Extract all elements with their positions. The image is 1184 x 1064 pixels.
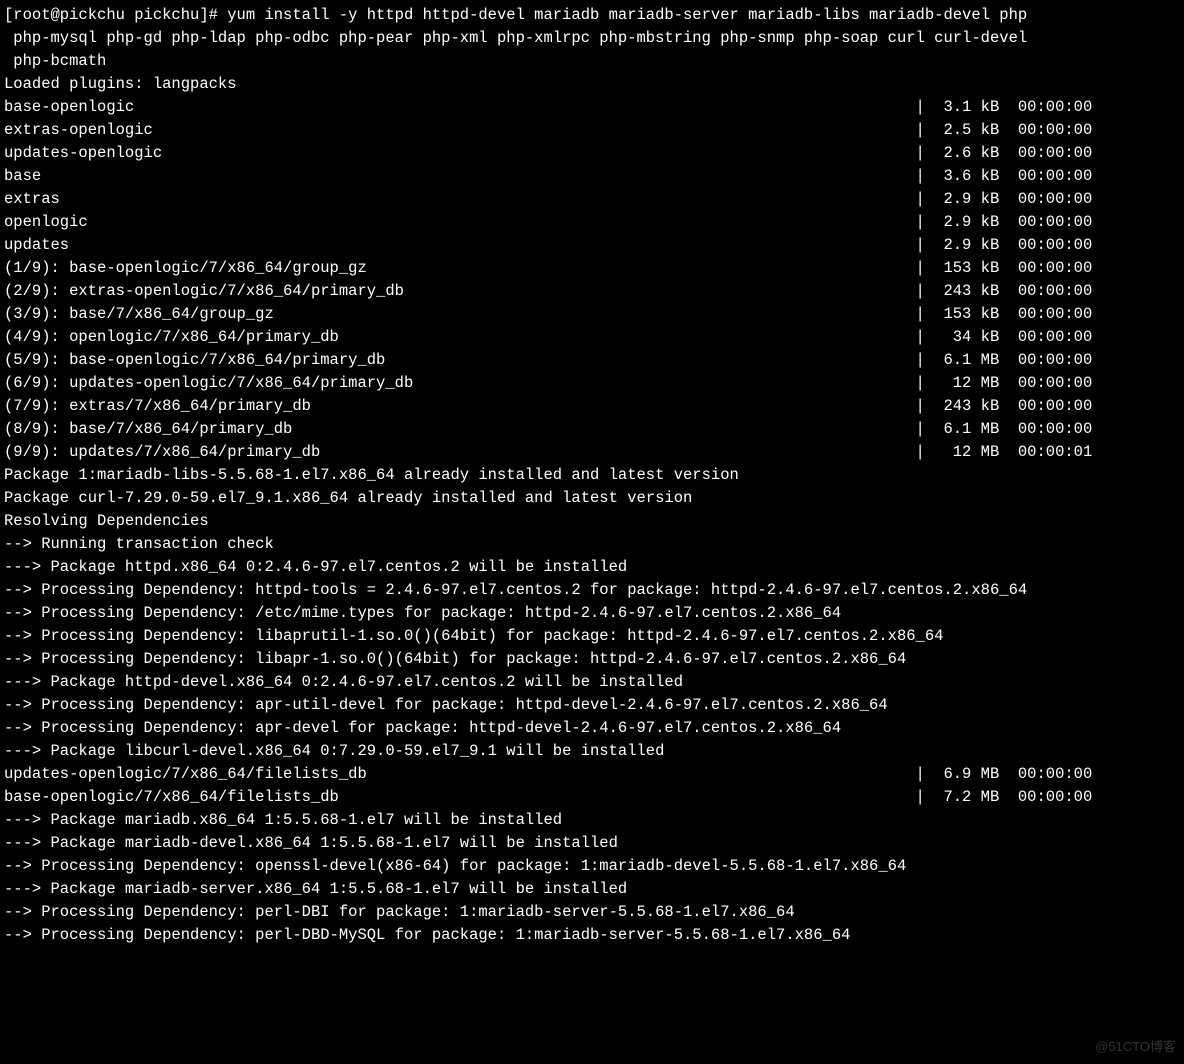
dependency-line: --> Processing Dependency: httpd-tools =… (4, 579, 1180, 602)
dependency-line: --> Processing Dependency: libaprutil-1.… (4, 625, 1180, 648)
watermark: @51CTO博客 (1095, 1035, 1176, 1058)
repo-line: openlogic | 2.9 kB 00:00:00 (4, 211, 1180, 234)
dependency-line: ---> Package mariadb-server.x86_64 1:5.5… (4, 878, 1180, 901)
dependency-line: ---> Package httpd.x86_64 0:2.4.6-97.el7… (4, 556, 1180, 579)
already-installed: Package curl-7.29.0-59.el7_9.1.x86_64 al… (4, 487, 1180, 510)
dependency-line: --> Processing Dependency: perl-DBD-MySQ… (4, 924, 1180, 947)
dependency-line: ---> Package mariadb-devel.x86_64 1:5.5.… (4, 832, 1180, 855)
filelists-line: base-openlogic/7/x86_64/filelists_db | 7… (4, 786, 1180, 809)
resolving-deps: Resolving Dependencies (4, 510, 1180, 533)
dependency-line: --> Processing Dependency: openssl-devel… (4, 855, 1180, 878)
already-installed: Package 1:mariadb-libs-5.5.68-1.el7.x86_… (4, 464, 1180, 487)
download-line: (8/9): base/7/x86_64/primary_db | 6.1 MB… (4, 418, 1180, 441)
repo-line: updates-openlogic | 2.6 kB 00:00:00 (4, 142, 1180, 165)
repo-line: base-openlogic | 3.1 kB 00:00:00 (4, 96, 1180, 119)
dependency-line: ---> Package httpd-devel.x86_64 0:2.4.6-… (4, 671, 1180, 694)
dependency-line: ---> Package mariadb.x86_64 1:5.5.68-1.e… (4, 809, 1180, 832)
repo-line: extras | 2.9 kB 00:00:00 (4, 188, 1180, 211)
command-continuation: php-mysql php-gd php-ldap php-odbc php-p… (4, 27, 1180, 50)
download-line: (7/9): extras/7/x86_64/primary_db | 243 … (4, 395, 1180, 418)
dependency-line: --> Processing Dependency: /etc/mime.typ… (4, 602, 1180, 625)
terminal-output[interactable]: [root@pickchu pickchu]# yum install -y h… (0, 0, 1184, 951)
filelists-line: updates-openlogic/7/x86_64/filelists_db … (4, 763, 1180, 786)
download-line: (6/9): updates-openlogic/7/x86_64/primar… (4, 372, 1180, 395)
download-line: (4/9): openlogic/7/x86_64/primary_db | 3… (4, 326, 1180, 349)
download-line: (2/9): extras-openlogic/7/x86_64/primary… (4, 280, 1180, 303)
prompt-line: [root@pickchu pickchu]# yum install -y h… (4, 4, 1180, 27)
repo-line: base | 3.6 kB 00:00:00 (4, 165, 1180, 188)
dependency-line: --> Processing Dependency: apr-util-deve… (4, 694, 1180, 717)
dependency-line: ---> Package libcurl-devel.x86_64 0:7.29… (4, 740, 1180, 763)
command-continuation: php-bcmath (4, 50, 1180, 73)
dependency-line: --> Processing Dependency: apr-devel for… (4, 717, 1180, 740)
loaded-plugins: Loaded plugins: langpacks (4, 73, 1180, 96)
repo-line: extras-openlogic | 2.5 kB 00:00:00 (4, 119, 1180, 142)
dependency-line: --> Processing Dependency: libapr-1.so.0… (4, 648, 1180, 671)
dependency-line: --> Running transaction check (4, 533, 1180, 556)
download-line: (5/9): base-openlogic/7/x86_64/primary_d… (4, 349, 1180, 372)
dependency-line: --> Processing Dependency: perl-DBI for … (4, 901, 1180, 924)
repo-line: updates | 2.9 kB 00:00:00 (4, 234, 1180, 257)
download-line: (3/9): base/7/x86_64/group_gz | 153 kB 0… (4, 303, 1180, 326)
download-line: (1/9): base-openlogic/7/x86_64/group_gz … (4, 257, 1180, 280)
download-line: (9/9): updates/7/x86_64/primary_db | 12 … (4, 441, 1180, 464)
